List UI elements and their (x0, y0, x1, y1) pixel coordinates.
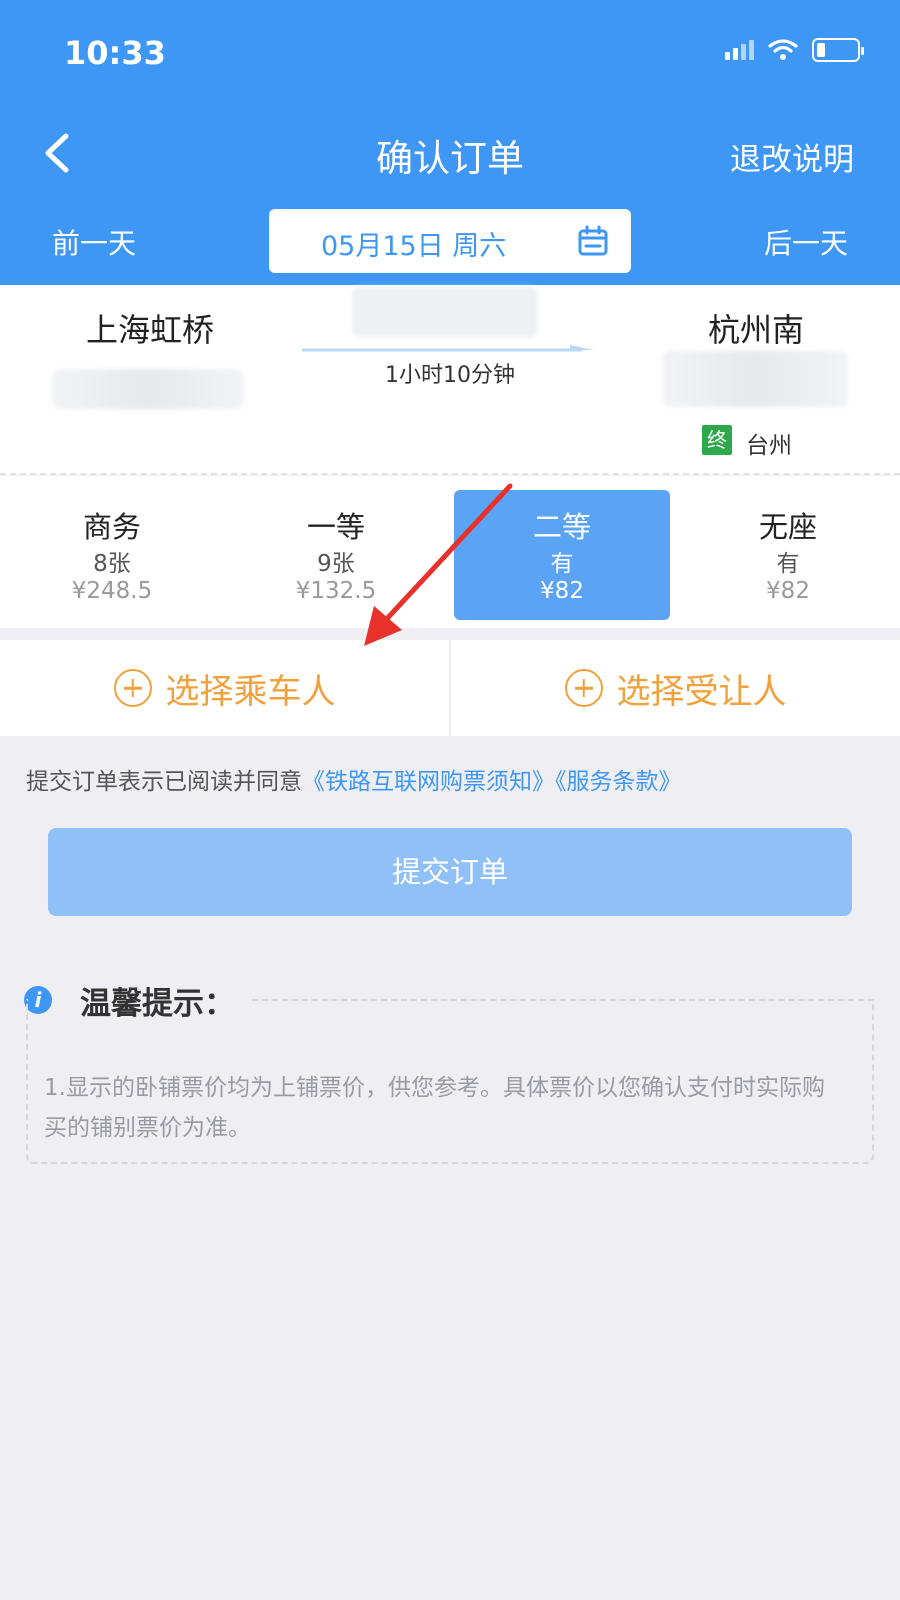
select-beneficiary-label: 选择受让人 (616, 671, 787, 712)
blurred-departure-time (52, 369, 244, 409)
seat-price: ¥248.5 (71, 578, 153, 604)
train-info-card: 上海虹桥 杭州南 1小时10分钟 终 台州 (0, 285, 900, 475)
terminal-badge: 终 (702, 425, 732, 455)
submit-order-button[interactable]: 提交订单 (48, 828, 852, 916)
blurred-train-number (352, 287, 538, 337)
battery-icon (812, 38, 864, 62)
seat-price: ¥82 (766, 578, 810, 604)
terms-of-service-link[interactable]: 《服务条款》 (555, 769, 682, 795)
seat-price: ¥82 (540, 578, 584, 604)
seat-price: ¥132.5 (295, 578, 377, 604)
agreement-text: 提交订单表示已阅读并同意《铁路互联网购票须知》《服务条款》 (26, 762, 682, 796)
seat-availability: 8张 (93, 551, 131, 577)
seat-option-business[interactable]: 商务 8张 ¥248.5 (4, 490, 220, 620)
tips-text: 1.显示的卧铺票价均为上铺票价，供您参考。具体票价以您确认支付时实际购买的铺别票… (44, 1075, 825, 1141)
seat-name: 商务 (82, 510, 141, 544)
refund-info-link[interactable]: 退改说明 (730, 134, 854, 179)
select-beneficiary-button[interactable]: 选择受让人 (451, 640, 900, 736)
seat-option-no-seat[interactable]: 无座 有 ¥82 (680, 490, 896, 620)
seat-availability: 有 (776, 551, 800, 577)
header: 10:33 确认订单 退改说明 前一天 05月15日 周六 后一天 (0, 0, 900, 285)
seat-class-selector: 商务 8张 ¥248.5 一等 9张 ¥132.5 二等 有 ¥82 无座 有 … (0, 476, 900, 628)
seat-option-first-class[interactable]: 一等 9张 ¥132.5 (228, 490, 444, 620)
signal-icon (725, 40, 754, 60)
status-icons (725, 38, 864, 62)
next-day-button[interactable]: 后一天 (764, 222, 848, 262)
select-passenger-button[interactable]: 选择乘车人 (0, 640, 449, 736)
calendar-icon (578, 225, 608, 256)
seat-option-second-class[interactable]: 二等 有 ¥82 (454, 490, 670, 620)
date-picker[interactable]: 05月15日 周六 (269, 209, 631, 273)
wifi-icon (768, 39, 798, 60)
seat-name: 二等 (532, 510, 591, 544)
agreement-prefix: 提交订单表示已阅读并同意 (26, 769, 302, 795)
terminal-station: 台州 (746, 433, 792, 459)
add-circle-icon (564, 669, 603, 707)
route-arrow (302, 345, 594, 352)
add-circle-icon (113, 669, 152, 707)
seat-name: 无座 (758, 510, 817, 544)
select-passenger-label: 选择乘车人 (165, 671, 336, 712)
arrival-station: 杭州南 (707, 311, 804, 349)
prev-day-button[interactable]: 前一天 (52, 222, 136, 262)
departure-station: 上海虹桥 (86, 311, 215, 349)
seat-availability: 有 (550, 551, 574, 577)
seat-name: 一等 (306, 510, 365, 544)
passenger-actions: 选择乘车人 选择受让人 (0, 640, 900, 736)
status-time: 10:33 (64, 34, 166, 72)
ticketing-notice-link[interactable]: 《铁路互联网购票须知》 (302, 769, 555, 795)
seat-availability: 9张 (317, 551, 355, 577)
date-label: 05月15日 周六 (321, 231, 507, 262)
blurred-arrival-time (662, 351, 848, 407)
